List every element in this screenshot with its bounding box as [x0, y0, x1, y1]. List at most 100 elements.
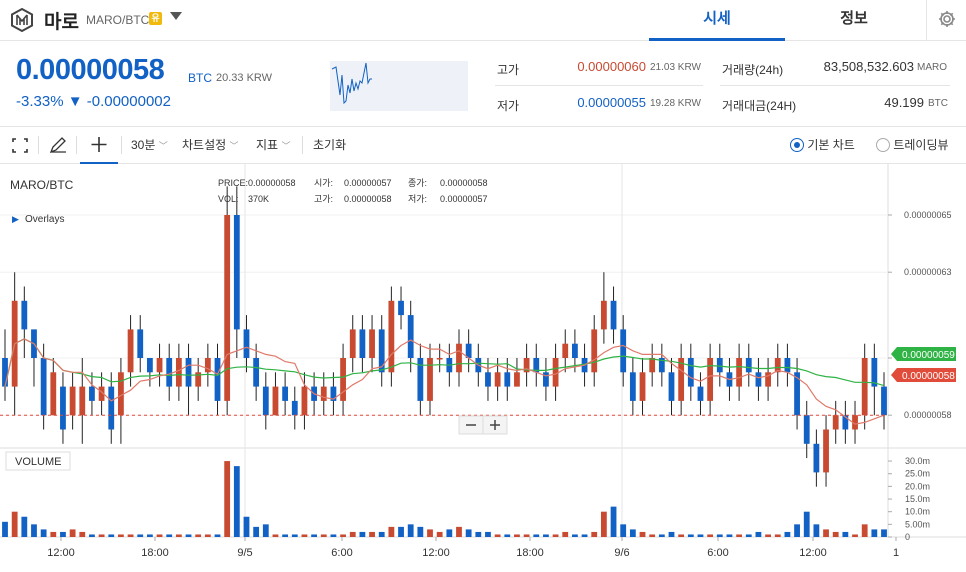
candle-body [156, 358, 163, 373]
coin-name: 마로 [44, 12, 79, 33]
price-change: -3.33% ▼ -0.00000002 [16, 93, 171, 110]
candle-body [2, 358, 8, 387]
volume-bar [562, 531, 569, 537]
volume-bar [610, 506, 617, 537]
pair-label: MARO/BTC [86, 13, 150, 27]
info-price: 0.00000058 [248, 178, 296, 188]
candle-body [272, 386, 279, 416]
draw-button[interactable] [47, 127, 69, 164]
vol-tick-label: 5.00m [905, 519, 930, 529]
volume-bar [736, 534, 743, 537]
tab-info[interactable]: 정보 [786, 0, 922, 41]
candle-body [253, 358, 260, 387]
interval-label: 30분 [131, 138, 156, 152]
candle-body [146, 358, 153, 373]
maro-logo-icon [11, 8, 33, 32]
volume-bar [330, 534, 337, 537]
overlays-label[interactable]: Overlays [25, 214, 64, 225]
candle-body [755, 372, 762, 387]
candle-body [69, 386, 76, 416]
candle-body [388, 300, 395, 373]
volume-bar [195, 534, 202, 537]
volume-bar [388, 526, 395, 537]
y-tick-label: 0.00000063 [904, 267, 952, 277]
volume-bar [272, 534, 279, 537]
svg-text:0.00000058: 0.00000058 [902, 371, 955, 382]
candlestick-chart[interactable]: 0.000000650.000000630.000000600.00000058… [0, 164, 966, 567]
y-tick-label: 0.00000058 [904, 410, 952, 420]
candle-body [340, 358, 346, 401]
candle-body [687, 358, 694, 387]
volume-bar [137, 534, 144, 537]
tab-quote[interactable]: 시세 [649, 0, 785, 41]
volume-bar [629, 529, 636, 537]
crosshair-button[interactable] [80, 127, 118, 164]
volume-bar [378, 531, 385, 537]
volume-bar [224, 461, 231, 537]
candle-body [485, 372, 491, 387]
info-high: 0.00000058 [344, 194, 392, 204]
volume-bar [533, 534, 540, 537]
volume-bar [320, 534, 327, 537]
divider [720, 85, 950, 86]
vol-tick-label: 20.0m [905, 481, 930, 491]
chart-settings-select[interactable]: 차트설정 ﹀ [182, 127, 239, 164]
volume-bar [40, 529, 47, 537]
volume-bar [465, 529, 472, 537]
candle-body [359, 329, 366, 358]
indicators-label: 지표 [256, 138, 279, 152]
volume-bar [69, 529, 76, 537]
volume-bar [755, 531, 762, 537]
volume-bar [118, 534, 124, 537]
candle-body [736, 358, 743, 387]
interval-select[interactable]: 30분 ﹀ [131, 127, 168, 164]
top-bar: 마로 MARO/BTC 유 시세 정보 [0, 0, 966, 41]
chevron-down-icon: ﹀ [281, 141, 291, 151]
chart-settings-label: 차트설정 [182, 138, 227, 152]
candle-body [301, 386, 308, 416]
volume-bar [745, 534, 752, 537]
x-tick-label: 18:00 [516, 547, 544, 559]
volume-bar [572, 534, 578, 537]
volume-bar [871, 529, 878, 537]
candle-body [243, 329, 250, 358]
price-summary: 0.00000058 BTC 20.33 KRW -3.33% ▼ -0.000… [0, 41, 966, 127]
divider [76, 136, 77, 154]
candle-body [591, 329, 598, 373]
fullscreen-button[interactable] [10, 127, 30, 164]
divider [302, 136, 303, 154]
tradingview-radio[interactable]: 트레이딩뷰 [876, 127, 949, 164]
low-value: 0.00000055 [577, 95, 646, 110]
candle-body [427, 358, 433, 401]
high-value: 0.00000060 [577, 59, 646, 74]
candle-body [436, 358, 443, 360]
volume-bar [716, 534, 723, 537]
coin-select-dropdown[interactable] [170, 12, 182, 20]
symbol-label: MARO/BTC [10, 178, 74, 192]
candle-body [50, 372, 57, 416]
mini-chart [330, 61, 468, 111]
candle-body [40, 358, 47, 416]
chevron-down-icon: ﹀ [158, 141, 168, 151]
gear-icon [939, 11, 955, 27]
volume-bar [204, 534, 211, 537]
radio-selected-icon [790, 138, 804, 152]
price-krw: 20.33 KRW [216, 72, 273, 84]
volume-bar [842, 531, 849, 537]
indicators-select[interactable]: 지표 ﹀ [256, 127, 290, 164]
settings-button[interactable] [926, 0, 966, 41]
volume-bar [649, 534, 656, 537]
basic-chart-radio[interactable]: 기본 차트 [790, 127, 855, 164]
zoom-controls[interactable] [458, 415, 508, 435]
vol-tick-label: 25.0m [905, 469, 930, 479]
volume-bar [852, 534, 858, 537]
x-tick-label: 9/5 [237, 547, 252, 559]
candle-body [881, 386, 887, 416]
reset-button[interactable]: 초기화 [313, 127, 346, 164]
volume-bar [359, 531, 366, 537]
price-chart[interactable]: 0.000000650.000000630.000000600.00000058… [0, 164, 966, 567]
volume-bar [127, 534, 134, 537]
volume-bar [620, 524, 627, 537]
overlays-toggle-icon[interactable]: ▶ [12, 214, 19, 224]
x-tick-label: 1 [893, 547, 899, 559]
